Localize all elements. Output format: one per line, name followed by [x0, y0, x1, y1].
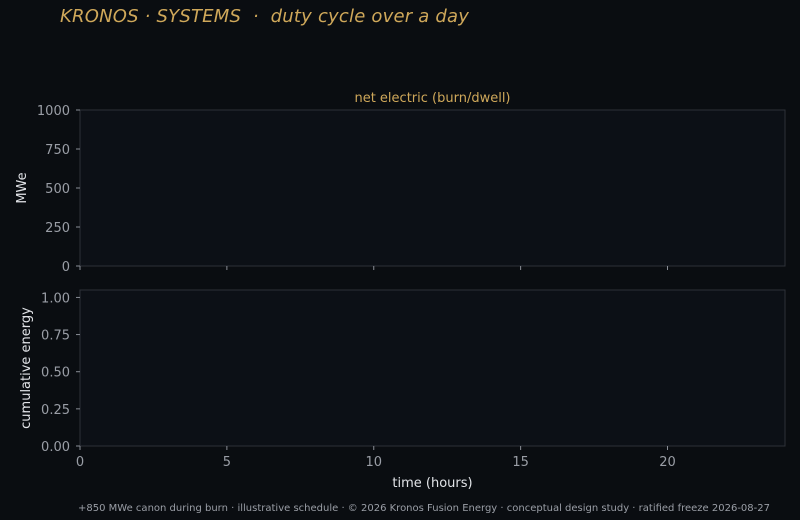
panel2-y-axis-label: cumulative energy	[19, 307, 34, 429]
panel2-y-tick-label: 0.75	[41, 329, 70, 344]
panel1-y-axis-label: MWe	[15, 172, 30, 203]
panel1-y-tick-label: 750	[45, 143, 70, 158]
panel1-y-tick-label: 500	[45, 182, 70, 197]
panel1-y-tick-label: 1000	[37, 104, 70, 119]
panel2-y-tick-label: 1.00	[41, 291, 70, 306]
figure-footer: +850 MWe canon during burn · illustrativ…	[78, 503, 770, 514]
panel1-y-tick-label: 250	[45, 221, 70, 236]
panel2-x-tick-label: 20	[659, 455, 676, 470]
panel1-title: net electric (burn/dwell)	[354, 91, 510, 106]
panel2-y-tick-label: 0.00	[41, 440, 70, 455]
panel2-x-tick-label: 15	[512, 455, 529, 470]
panel1-plot-area	[79, 109, 786, 267]
panel2-x-tick-label: 10	[365, 455, 382, 470]
panel2-x-tick-label: 0	[76, 455, 84, 470]
panel2-x-axis-label: time (hours)	[392, 476, 472, 491]
figure: KRONOS · SYSTEMS · duty cycle over a day…	[0, 0, 800, 520]
panel1-y-tick-label: 0	[62, 260, 70, 275]
panel2-y-tick-label: 0.50	[41, 366, 70, 381]
panel2-y-tick-label: 0.25	[41, 403, 70, 418]
panel2-x-tick-label: 5	[223, 455, 231, 470]
chart-canvas: net electric (burn/dwell) 0 250 500 750 1000 M…	[15, 91, 786, 491]
panel2-plot-area	[79, 289, 786, 447]
